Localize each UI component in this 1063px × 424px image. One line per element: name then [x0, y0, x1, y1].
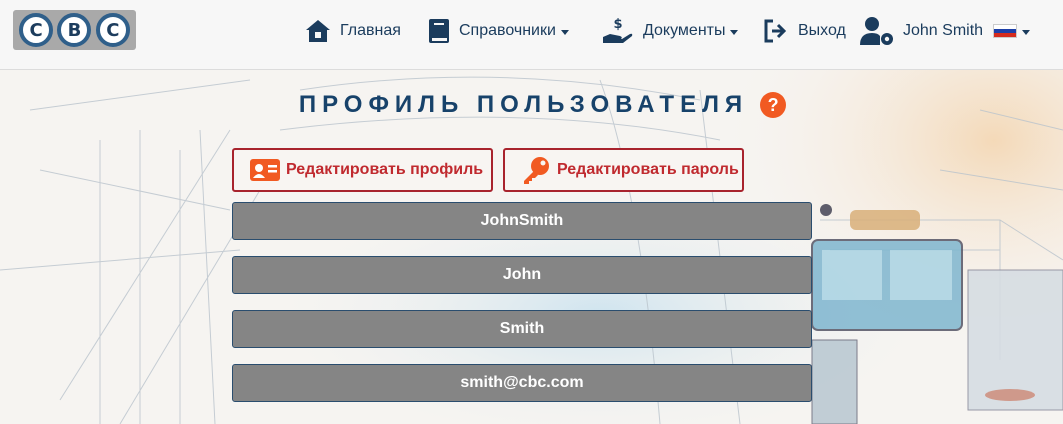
email-field: smith@cbc.com	[232, 364, 812, 402]
logo-letter-c2: C	[95, 13, 130, 47]
user-gear-icon	[860, 17, 893, 45]
id-card-icon	[250, 159, 280, 181]
nav-documents[interactable]: $ Документы	[602, 14, 739, 48]
nav-documents-label: Документы	[643, 22, 726, 39]
chevron-down-icon	[1022, 29, 1031, 35]
svg-text:$: $	[613, 17, 622, 32]
last-name-field: Smith	[232, 310, 812, 348]
chevron-down-icon	[730, 29, 739, 35]
book-icon	[429, 19, 449, 43]
home-icon	[306, 20, 330, 42]
nav-logout-label: Выход	[798, 22, 846, 39]
nav-logout[interactable]: Выход	[763, 14, 846, 48]
key-icon	[524, 157, 549, 184]
hand-dollar-icon: $	[603, 17, 633, 43]
user-name: John Smith	[903, 22, 984, 39]
nav-home[interactable]: Главная	[305, 14, 401, 48]
nav-references-label: Справочники	[459, 22, 556, 39]
edit-profile-button[interactable]: Редактировать профиль	[232, 148, 493, 192]
page-title-row: ПРОФИЛЬ ПОЛЬЗОВАТЕЛЯ ?	[0, 85, 1063, 125]
cbc-logo[interactable]: C B C	[13, 10, 136, 50]
first-name-field: John	[232, 256, 812, 294]
top-navbar: C B C Главная Справочники $ Документы Вы…	[0, 0, 1063, 70]
page-title: ПРОФИЛЬ ПОЛЬЗОВАТЕЛЯ	[298, 91, 749, 118]
logout-icon	[764, 19, 787, 43]
logo-letter-c1: C	[19, 13, 54, 47]
edit-password-label: Редактировать пароль	[557, 161, 739, 178]
edit-profile-label: Редактировать профиль	[286, 161, 484, 178]
chevron-down-icon	[560, 29, 569, 35]
nav-user-menu[interactable]: John Smith	[860, 14, 1031, 48]
username-field: JohnSmith	[232, 202, 812, 240]
edit-password-button[interactable]: Редактировать пароль	[503, 148, 744, 192]
logo-letter-b: B	[57, 13, 92, 47]
nav-home-label: Главная	[340, 22, 401, 39]
nav-references[interactable]: Справочники	[428, 14, 569, 48]
russia-flag-icon	[993, 24, 1018, 38]
help-icon[interactable]: ?	[760, 92, 787, 118]
